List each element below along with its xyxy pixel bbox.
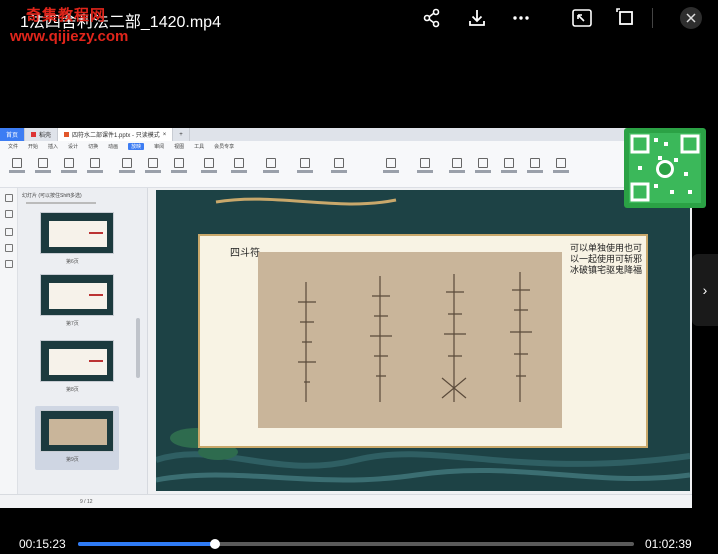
more-icon[interactable] <box>509 7 533 29</box>
progress-knob[interactable] <box>210 539 221 549</box>
menu-item[interactable]: 工具 <box>194 143 204 150</box>
tab-docer[interactable]: 稻壳 <box>25 128 59 141</box>
tab-label: 稻壳 <box>39 133 52 139</box>
picture-in-picture-icon[interactable] <box>570 7 594 29</box>
menu-item[interactable]: 插入 <box>48 143 58 150</box>
menu-item[interactable]: 视图 <box>174 143 184 150</box>
outline-icon[interactable] <box>5 194 13 202</box>
settings-icon[interactable] <box>5 260 13 268</box>
progress-fill <box>78 542 216 546</box>
wps-ribbon <box>0 152 692 188</box>
total-time: 01:02:39 <box>645 537 692 551</box>
wps-tab-bar: 首页 稻壳 四符水二部课件1.pptx - 只读模式 × + <box>0 128 692 141</box>
ribbon-tool[interactable] <box>200 158 218 180</box>
panel-header: 幻灯片 (可以按住Shift多选) <box>22 193 82 199</box>
bookmark-icon[interactable] <box>5 228 13 236</box>
current-time: 00:15:23 <box>19 537 66 551</box>
talisman-photo <box>258 252 562 428</box>
menu-item[interactable]: 开始 <box>28 143 38 150</box>
slide-thumbnail[interactable] <box>40 340 114 382</box>
slide-label: 四斗符 <box>230 248 260 259</box>
slide-note: 可以单独使用也可以一起使用可斩邪冰破镇宅驱鬼降福 <box>570 244 643 276</box>
ribbon-tool[interactable] <box>296 158 314 180</box>
recorded-screen: 首页 稻壳 四符水二部课件1.pptx - 只读模式 × + 文件 开始 插入 设… <box>0 128 692 508</box>
chevron-right-icon: › <box>702 282 708 298</box>
slide-thumbnail-panel: 幻灯片 (可以按住Shift多选) 第6页 第7页 第8页 第9页 <box>0 188 148 496</box>
ribbon-tool[interactable] <box>34 158 52 180</box>
menu-item[interactable]: 动画 <box>108 143 118 150</box>
ribbon-tool[interactable] <box>86 158 104 180</box>
wechat-qr-code <box>624 128 706 208</box>
thumbnail-label: 第8页 <box>66 387 79 393</box>
close-icon[interactable]: × <box>163 132 167 138</box>
watermark-url: www.qijiezy.com <box>10 28 129 45</box>
slide-thumbnail-selected[interactable] <box>40 410 114 452</box>
menu-item[interactable]: 审阅 <box>154 143 164 150</box>
ribbon-tool[interactable] <box>330 158 348 180</box>
panel-scrollbar[interactable] <box>136 318 140 378</box>
close-button[interactable] <box>680 7 702 29</box>
ribbon-tool[interactable] <box>144 158 162 180</box>
ribbon-tool[interactable] <box>500 158 518 180</box>
menu-item[interactable]: 设计 <box>68 143 78 150</box>
tab-label: 四符水二部课件1.pptx - 只读模式 <box>72 133 160 139</box>
slides-icon[interactable] <box>5 210 13 218</box>
ribbon-tool[interactable] <box>448 158 466 180</box>
title-bar: 1法四舍利法二部_1420.mp4 奇集教程网 www.qijiezy.com <box>0 0 718 45</box>
share-icon[interactable] <box>420 7 444 29</box>
tab-label: 首页 <box>6 133 19 139</box>
zoom-slider[interactable] <box>26 202 96 204</box>
menu-item[interactable]: 放映 <box>128 143 145 150</box>
ribbon-tool[interactable] <box>60 158 78 180</box>
slide-canvas: 四斗符 可以单独使用也可以一起使用可斩邪冰破镇宅驱鬼降福 <box>156 190 690 491</box>
wps-menu-bar: 文件 开始 插入 设计 切换 动画 放映 审阅 视图 工具 会员专享 <box>0 141 692 152</box>
status-bar: 9 / 12 <box>0 494 692 508</box>
new-tab-button[interactable]: + <box>173 128 190 141</box>
slide-content-frame: 四斗符 可以单独使用也可以一起使用可斩邪冰破镇宅驱鬼降福 <box>198 234 648 448</box>
watermark-text: 奇集教程网 <box>26 6 107 24</box>
ribbon-tool[interactable] <box>526 158 544 180</box>
ribbon-tool[interactable] <box>118 158 136 180</box>
next-arrow-button[interactable]: › <box>692 254 718 326</box>
tab-home[interactable]: 首页 <box>0 128 26 141</box>
thumbnail-label: 第6页 <box>66 259 79 265</box>
ribbon-tool[interactable] <box>416 158 434 180</box>
docer-icon <box>31 132 37 137</box>
tab-document[interactable]: 四符水二部课件1.pptx - 只读模式 × <box>58 128 174 141</box>
toolbar-divider <box>652 8 653 28</box>
page-indicator: 9 / 12 <box>80 499 93 505</box>
video-player: 1法四舍利法二部_1420.mp4 奇集教程网 www.qijiezy.com … <box>0 0 718 554</box>
slide-thumbnail[interactable] <box>40 212 114 254</box>
ribbon-tool[interactable] <box>552 158 570 180</box>
ribbon-tool[interactable] <box>474 158 492 180</box>
thumbnail-label: 第9页 <box>66 457 79 463</box>
ppt-icon <box>64 132 70 137</box>
menu-item[interactable]: 切换 <box>88 143 98 150</box>
ribbon-tool[interactable] <box>8 158 26 180</box>
slide-thumbnail[interactable] <box>40 274 114 316</box>
menu-item[interactable]: 文件 <box>8 143 18 150</box>
ribbon-tool[interactable] <box>230 158 248 180</box>
thumbnail-label: 第7页 <box>66 321 79 327</box>
menu-item[interactable]: 会员专享 <box>214 143 234 150</box>
download-icon[interactable] <box>465 7 489 29</box>
side-rail <box>0 188 18 496</box>
search-icon[interactable] <box>5 244 13 252</box>
ribbon-tool[interactable] <box>382 158 400 180</box>
ribbon-tool[interactable] <box>170 158 188 180</box>
ribbon-tool[interactable] <box>262 158 280 180</box>
progress-bar[interactable] <box>78 539 634 549</box>
fullscreen-icon[interactable] <box>614 7 638 29</box>
talisman-drawing <box>298 272 532 402</box>
close-icon <box>686 13 696 23</box>
